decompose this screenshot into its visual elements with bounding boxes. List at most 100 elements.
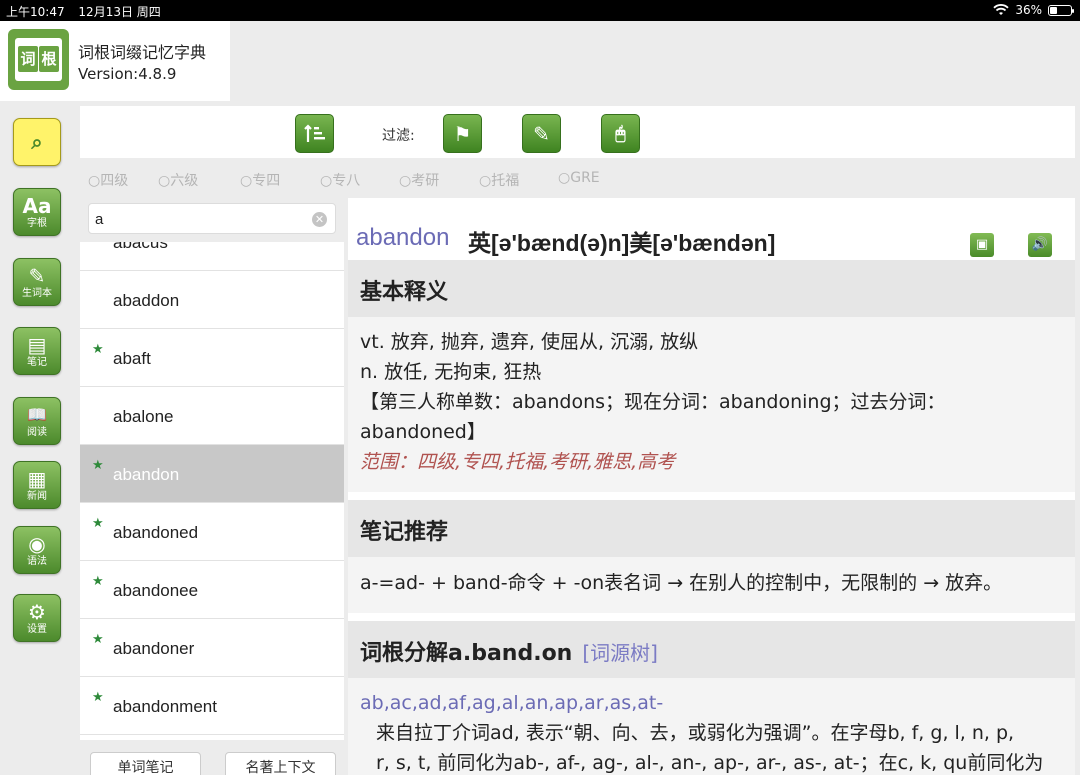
word-text: abandonment (113, 697, 217, 716)
notes-body: a-=ad- + band-命令 + -on表名词 → 在别人的控制中，无限制的… (348, 557, 1075, 613)
nav-label: 生词本 (22, 287, 52, 299)
status-time: 上午10:47 (6, 5, 65, 19)
etymology-title: 词根分解a.band.on (360, 641, 573, 666)
clear-icon[interactable]: ✕ (312, 212, 327, 227)
word-list[interactable]: abacus abaddon ★ abaft abalone ★ abandon… (80, 242, 344, 740)
level-tem8-radio[interactable]: ○专八 (320, 170, 360, 190)
nav-label: 设置 (27, 623, 47, 635)
list-item[interactable]: ★ abandonment (80, 677, 344, 735)
sort-button[interactable] (295, 114, 334, 153)
star-icon: ★ (92, 573, 104, 588)
level-gre-radio[interactable]: ○GRE (558, 170, 600, 186)
nav-label: 阅读 (27, 426, 47, 438)
root-icon: Aa (22, 193, 52, 218)
gear-icon: ⚙ (28, 599, 46, 624)
divider (348, 492, 1075, 500)
magnifier-book-icon: ⌕ (31, 130, 43, 154)
detail-word: abandon (356, 224, 450, 251)
nav-grammar[interactable]: ◉ 语法 (13, 526, 61, 574)
list-item[interactable]: ★ abaft (80, 329, 344, 387)
star-icon: ★ (92, 457, 104, 472)
edit-filter-button[interactable]: ✎ (522, 114, 561, 153)
star-icon: ★ (92, 515, 104, 530)
phonetic: 英[ə'bænd(ə)n]美[ə'bændən] (468, 230, 776, 256)
mouse-icon: 🖱 (615, 123, 626, 144)
level-kaoyan-radio[interactable]: ○考研 (399, 170, 439, 190)
nav-label: 字根 (27, 217, 47, 229)
etymology-header: 词根分解a.band.on [词源树] (348, 621, 1075, 678)
word-text: abandonee (113, 581, 199, 600)
basic-definition-header: 基本释义 (348, 260, 1075, 317)
status-bar: 上午10:47 12月13日 周四 36% (0, 0, 1080, 21)
flag-filter-button[interactable]: ⚑ (443, 114, 482, 153)
level-tem4-radio[interactable]: ○专四 (240, 170, 280, 190)
nav-reading[interactable]: 📖 阅读 (13, 397, 61, 445)
star-icon: ★ (92, 689, 104, 704)
nav-label: 语法 (27, 555, 47, 567)
app-title: 词根词缀记忆字典 (78, 43, 207, 62)
nav-search[interactable]: ⌕ (13, 118, 61, 166)
notes-icon: ▤ (27, 332, 47, 357)
definition-line: n. 放任, 无拘束, 狂热 (360, 361, 542, 383)
nav-label: 笔记 (27, 356, 47, 368)
word-notes-button[interactable]: 单词笔记 (90, 752, 201, 775)
list-item[interactable]: ★ abandoner (80, 619, 344, 677)
list-item[interactable]: ★ abandoned (80, 503, 344, 561)
nav-root[interactable]: Aa 字根 (13, 188, 61, 236)
list-item[interactable]: abaddon (80, 271, 344, 329)
logo-char-right: 根 (39, 46, 59, 72)
app-logo: 词 根 (8, 29, 69, 90)
nav-news[interactable]: ▦ 新闻 (13, 461, 61, 509)
mouse-filter-button[interactable]: 🖱 (601, 114, 640, 153)
notes-header: 笔记推荐 (348, 500, 1075, 557)
app-version: Version:4.8.9 (78, 65, 177, 83)
nav-settings[interactable]: ⚙ 设置 (13, 594, 61, 642)
level-cet6-radio[interactable]: ○六级 (158, 170, 198, 190)
list-item[interactable]: abacus (80, 242, 344, 271)
definition-line: abandoned】 (360, 421, 486, 443)
classic-context-button[interactable]: 名著上下文 (225, 752, 336, 775)
nav-vocabulary[interactable]: ✎ 生词本 (13, 258, 61, 306)
level-toefl-radio[interactable]: ○托福 (479, 170, 519, 190)
word-text: abandoned (113, 523, 199, 542)
word-text: abalone (113, 407, 174, 426)
star-icon: ★ (92, 631, 104, 646)
list-item-selected[interactable]: ★ abandon (80, 445, 344, 503)
star-icon: ★ (92, 341, 104, 356)
definition-line: 【第三人称单数：abandons；现在分词：abandoning；过去分词： (360, 391, 946, 413)
basic-definition-body: vt. 放弃, 抛弃, 遗弃, 使屈从, 沉溺, 放纵 n. 放任, 无拘束, … (348, 317, 1075, 492)
etymology-line: 来自拉丁介词ad, 表示“朝、向、去，或弱化为强调”。在字母b, f, g, l… (376, 722, 1015, 744)
left-nav: ⌕ Aa 字根 ✎ 生词本 ▤ 笔记 📖 阅读 ▦ 新闻 ◉ 语法 ⚙ 设置 (0, 101, 78, 775)
list-item[interactable]: abalone (80, 387, 344, 445)
etymology-body: ab,ac,ad,af,ag,al,an,ap,ar,as,at- 来自拉丁介词… (348, 678, 1075, 775)
word-text: abandon (113, 465, 180, 484)
globe-icon: ◉ (28, 531, 46, 556)
news-icon: ▦ (27, 466, 47, 491)
divider (348, 613, 1075, 621)
word-text: abacus (113, 242, 168, 252)
search-box: ✕ (88, 203, 336, 234)
battery-percent: 36% (1015, 3, 1042, 17)
etymology-tree-link[interactable]: [词源树] (582, 641, 658, 665)
status-date: 12月13日 周四 (78, 5, 161, 19)
section-title: 笔记推荐 (360, 520, 449, 545)
word-text: abaddon (113, 291, 180, 310)
list-item[interactable]: ★ abandonee (80, 561, 344, 619)
word-text: abandoner (113, 639, 195, 658)
search-input[interactable] (95, 208, 305, 230)
speaker-icon[interactable]: 🔊 (1028, 233, 1052, 257)
logo-char-left: 词 (18, 46, 38, 72)
level-cet4-radio[interactable]: ○四级 (88, 170, 128, 190)
book-icon: 词 根 (15, 38, 62, 81)
section-title: 词根分解a.band.on [词源树] (360, 635, 658, 667)
nav-notes[interactable]: ▤ 笔记 (13, 327, 61, 375)
toolbar: 过滤: ⚑ ✎ 🖱 (80, 106, 1075, 158)
reading-icon: 📖 (27, 404, 47, 424)
notes-text: a-=ad- + band-命令 + -on表名词 → 在别人的控制中，无限制的… (360, 572, 1003, 594)
word-detail: abandon 英[ə'bænd(ə)n]美[ə'bændən] ▣ 🔊 基本释… (348, 198, 1075, 775)
section-title: 基本释义 (360, 280, 449, 305)
add-folder-icon[interactable]: ▣ (970, 233, 994, 257)
vocabulary-book-icon: ✎ (28, 263, 46, 288)
edit-icon: ✎ (533, 121, 550, 146)
word-text: abaft (113, 349, 151, 368)
